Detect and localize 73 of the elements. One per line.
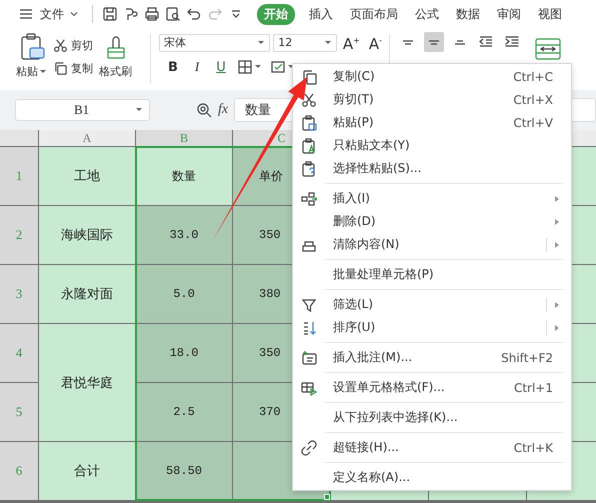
dropdown-arrow-icon <box>257 38 266 46</box>
align-middle-icon <box>428 40 440 44</box>
align-button[interactable] <box>424 32 444 52</box>
insert-icon <box>301 190 317 206</box>
cell-style-icon[interactable] <box>270 59 286 75</box>
table-cell[interactable]: 工地 <box>39 147 135 205</box>
shortcut-text: Shift+F2 <box>501 350 553 364</box>
save-icon[interactable] <box>102 6 118 22</box>
copy-icon <box>53 61 68 76</box>
table-cell[interactable]: 2.5 <box>136 383 232 441</box>
copy-button[interactable]: 复制 <box>53 61 93 76</box>
scissors-icon <box>53 38 68 53</box>
sort-icon <box>301 320 317 336</box>
zoom-icon[interactable] <box>196 102 212 118</box>
dropdown-arrow-icon <box>324 38 332 46</box>
ribbon-tab[interactable]: 视图 <box>533 4 567 24</box>
print-preview-icon[interactable] <box>165 6 181 22</box>
table-cell[interactable]: 5.0 <box>136 265 232 323</box>
dropdown-arrow-icon <box>135 106 143 114</box>
filter-icon <box>301 296 317 312</box>
paste-button[interactable]: 粘贴 <box>16 32 47 79</box>
fill-handle[interactable] <box>324 494 330 500</box>
table-cell[interactable]: 数量 <box>136 147 232 205</box>
comment-icon <box>301 350 317 366</box>
file-menu[interactable]: 文件 <box>18 6 80 22</box>
shortcut-text: Ctrl+K <box>514 440 553 454</box>
table-cell[interactable]: 33.0 <box>136 206 232 264</box>
undo-icon[interactable] <box>186 6 202 22</box>
dropdown-arrow-icon <box>254 63 262 71</box>
print-icon[interactable] <box>144 6 160 22</box>
font-dropdown[interactable]: 宋体 <box>159 34 270 52</box>
table-cell[interactable]: 海峡国际 <box>39 206 135 264</box>
shortcut-text: Ctrl+X <box>513 92 553 106</box>
decrease-font-button[interactable]: A$^{-}$ <box>366 32 385 53</box>
menu-item[interactable]: 定义名称(A)... <box>293 466 571 489</box>
name-box[interactable]: B1 <box>15 99 150 121</box>
italic-button[interactable]: I <box>189 59 205 75</box>
dropdown-arrow-icon <box>39 68 47 76</box>
merge-cells-icon[interactable] <box>534 36 562 62</box>
format-cells-icon <box>301 380 317 396</box>
copy-icon <box>301 68 317 84</box>
table-cell[interactable]: 君悦华庭 <box>39 324 135 441</box>
underline-button[interactable]: U <box>213 60 229 74</box>
paste-special-icon <box>301 160 317 176</box>
font-size-dropdown[interactable]: 12 <box>273 34 337 52</box>
paste-text-icon <box>301 138 317 154</box>
format-icon[interactable] <box>123 6 139 22</box>
align-top-icon <box>402 40 414 44</box>
table-cell[interactable]: 18.0 <box>136 324 232 382</box>
shortcut-text: Ctrl+V <box>513 116 553 130</box>
column-header[interactable]: A <box>39 130 135 146</box>
scissors-icon <box>301 92 317 108</box>
ribbon-tab[interactable]: 数据 <box>451 4 485 24</box>
ribbon-tab[interactable]: 公式 <box>410 4 444 24</box>
menu-item[interactable]: 复制(C) Ctrl+C <box>293 65 571 88</box>
paste-icon <box>301 114 317 130</box>
bold-button[interactable]: B <box>165 60 181 74</box>
cut-button[interactable]: 剪切 <box>53 38 93 53</box>
table-cell[interactable]: 58.50 <box>136 442 232 500</box>
function-button[interactable]: fx <box>218 102 228 118</box>
align-bottom-icon <box>454 40 466 44</box>
ribbon-tab[interactable]: 页面布局 <box>345 4 403 24</box>
menu-item[interactable]: 剪切(T) Ctrl+X <box>293 88 571 111</box>
link-icon <box>301 440 317 456</box>
format-painter-button[interactable]: 格式刷 <box>99 32 132 79</box>
increase-font-button[interactable]: A$^{+}$ <box>340 32 363 53</box>
shortcut-text: Ctrl+1 <box>514 380 553 394</box>
table-cell[interactable]: 永隆对面 <box>39 265 135 323</box>
ribbon-tab[interactable]: 审阅 <box>492 4 526 24</box>
ribbon-tab[interactable]: 插入 <box>304 4 338 24</box>
shortcut-text: Ctrl+C <box>513 70 553 84</box>
borders-icon[interactable] <box>237 59 253 75</box>
table-cell[interactable]: 合计 <box>39 442 135 500</box>
